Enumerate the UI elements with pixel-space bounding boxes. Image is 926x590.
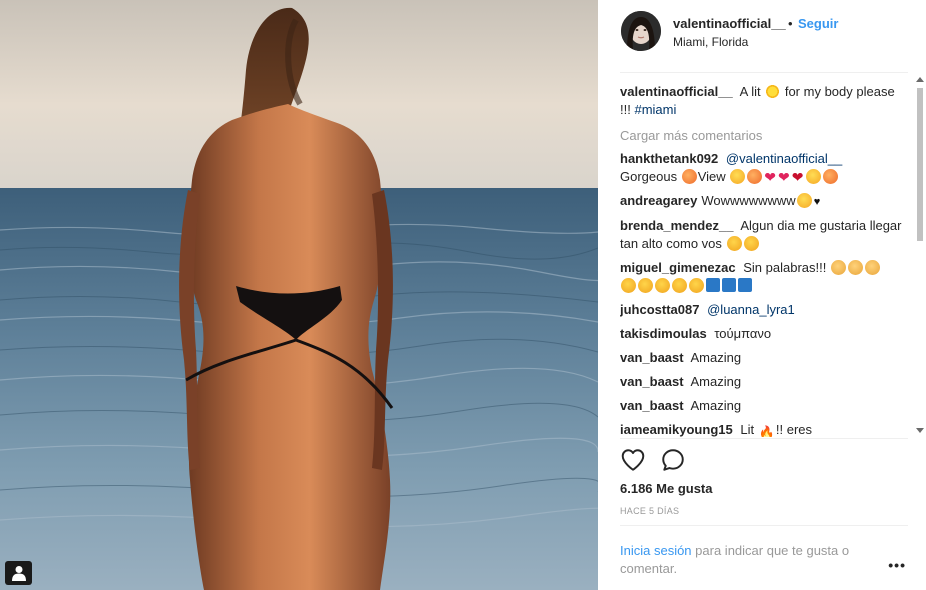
comment-text: Sin palabras!!! xyxy=(743,260,827,275)
comment-item: brenda_mendez__ Algun dia me gustaria ll… xyxy=(620,217,908,253)
comment-item: andreagarey Wowwwwwwww ♥ xyxy=(620,192,908,211)
black-heart-emoji-icon: ♥ xyxy=(813,196,821,208)
comment-username[interactable]: iameamikyoung15 xyxy=(620,422,733,437)
post-timestamp: HACE 5 DÍAS xyxy=(620,506,680,516)
comment-item: miguel_gimenezac Sin palabras!!! xyxy=(620,259,908,295)
comment-username[interactable]: van_baast xyxy=(620,374,684,389)
comment-username[interactable]: miguel_gimenezac xyxy=(620,260,736,275)
comment-username[interactable]: van_baast xyxy=(620,398,684,413)
comment-text-2: View xyxy=(697,169,726,184)
top-arrow-emoji-icon xyxy=(706,278,720,292)
comment-item: van_baast Amazing xyxy=(620,349,908,367)
speech-bubble-icon xyxy=(662,449,684,471)
comment-item: takisdimoulas τούμπανο xyxy=(620,325,908,343)
top-arrow-emoji-icon xyxy=(738,278,752,292)
comments-list[interactable]: valentinaofficial__ A lit for my body pl… xyxy=(620,83,908,437)
comment-text: Lit xyxy=(740,422,755,437)
hashtag-link[interactable]: #miami xyxy=(634,102,676,117)
heart-eyes-emoji-icon xyxy=(621,278,636,293)
caption-text-start: A lit xyxy=(739,84,761,99)
comment-username[interactable]: juhcostta087 xyxy=(620,302,699,317)
comment-text: Amazing xyxy=(690,350,742,365)
post-photo[interactable] xyxy=(0,0,598,590)
sun-emoji-icon xyxy=(765,84,781,99)
login-prompt: Inicia sesión para indicar que te gusta … xyxy=(620,542,880,578)
likes-count[interactable]: 6.186 Me gusta xyxy=(620,481,713,496)
header-divider xyxy=(620,72,908,73)
peach-emoji-icon xyxy=(747,169,763,184)
comment-username[interactable]: brenda_mendez__ xyxy=(620,218,733,233)
load-more-comments-button[interactable]: Cargar más comentarios xyxy=(620,127,908,145)
post-header: valentinaofficial__ • Seguir Miami, Flor… xyxy=(598,0,926,72)
heart-eyes-emoji-icon xyxy=(689,278,704,293)
follow-button[interactable]: Seguir xyxy=(798,16,838,31)
scroll-up-arrow-icon[interactable] xyxy=(916,77,924,82)
heart-emoji-icon: ❤ xyxy=(764,169,777,185)
comment-item: van_baast Amazing xyxy=(620,397,908,415)
comment-text: τούμπανο xyxy=(714,326,772,341)
heart-eyes-emoji-icon xyxy=(638,278,653,293)
heart-eyes-emoji-icon xyxy=(672,278,687,293)
heart-outline-icon xyxy=(621,449,645,471)
fire-emoji-icon: 🔥 xyxy=(758,425,775,437)
comment-text: Wowwwwwwww xyxy=(701,193,796,208)
comment-button[interactable] xyxy=(660,447,687,474)
post-caption: valentinaofficial__ A lit for my body pl… xyxy=(620,83,908,119)
comment-item: van_baast Amazing xyxy=(620,373,908,391)
user-silhouette-icon xyxy=(11,566,26,581)
heart-eyes-emoji-icon xyxy=(743,236,759,251)
comment-mention[interactable]: @luanna_lyra1 xyxy=(707,302,795,317)
author-avatar[interactable] xyxy=(621,11,661,51)
actions-divider xyxy=(620,438,908,439)
avatar-image xyxy=(621,11,661,51)
post-sidebar: valentinaofficial__ • Seguir Miami, Flor… xyxy=(598,0,926,590)
comment-item: hankthetank092 @valentinaofficial__ Gorg… xyxy=(620,150,908,186)
raised-hands-emoji-icon xyxy=(730,169,746,184)
heart-emoji-icon: ❤ xyxy=(791,169,804,185)
comment-text: Gorgeous xyxy=(620,169,678,184)
comments-scrollbar[interactable] xyxy=(914,76,926,434)
like-button[interactable] xyxy=(620,447,647,474)
comment-mention[interactable]: @valentinaofficial__ xyxy=(726,151,842,166)
post-location[interactable]: Miami, Florida xyxy=(673,35,748,49)
clap-emoji-icon xyxy=(864,260,880,275)
peach-emoji-icon xyxy=(681,169,697,184)
smirk-emoji-icon xyxy=(796,193,812,208)
separator-dot: • xyxy=(788,16,793,31)
comment-item: iameamikyoung15 Lit 🔥!! eres xyxy=(620,421,908,437)
more-options-button[interactable]: ••• xyxy=(888,557,906,573)
comment-item: juhcostta087 @luanna_lyra1 xyxy=(620,301,908,319)
beach-photo-image xyxy=(0,0,598,590)
comment-username[interactable]: andreagarey xyxy=(620,193,697,208)
comment-username[interactable]: hankthetank092 xyxy=(620,151,718,166)
clap-emoji-icon xyxy=(830,260,846,275)
heart-eyes-emoji-icon xyxy=(726,236,742,251)
comment-username[interactable]: van_baast xyxy=(620,350,684,365)
clap-emoji-icon xyxy=(847,260,863,275)
login-link[interactable]: Inicia sesión xyxy=(620,543,692,558)
tongue-face-emoji-icon xyxy=(805,169,821,184)
author-username[interactable]: valentinaofficial__ xyxy=(673,16,786,31)
comment-text-end: !! eres xyxy=(775,422,813,437)
comment-text: Amazing xyxy=(690,374,742,389)
comment-text: Amazing xyxy=(690,398,742,413)
tagged-user-badge[interactable] xyxy=(5,561,32,585)
login-divider xyxy=(620,525,908,526)
peach-emoji-icon xyxy=(822,169,838,184)
top-arrow-emoji-icon xyxy=(722,278,736,292)
heart-emoji-icon: ❤ xyxy=(778,169,790,185)
scroll-down-arrow-icon[interactable] xyxy=(916,428,924,433)
scrollbar-thumb[interactable] xyxy=(917,88,923,241)
heart-eyes-emoji-icon xyxy=(655,278,670,293)
caption-username[interactable]: valentinaofficial__ xyxy=(620,84,733,99)
comment-username[interactable]: takisdimoulas xyxy=(620,326,707,341)
